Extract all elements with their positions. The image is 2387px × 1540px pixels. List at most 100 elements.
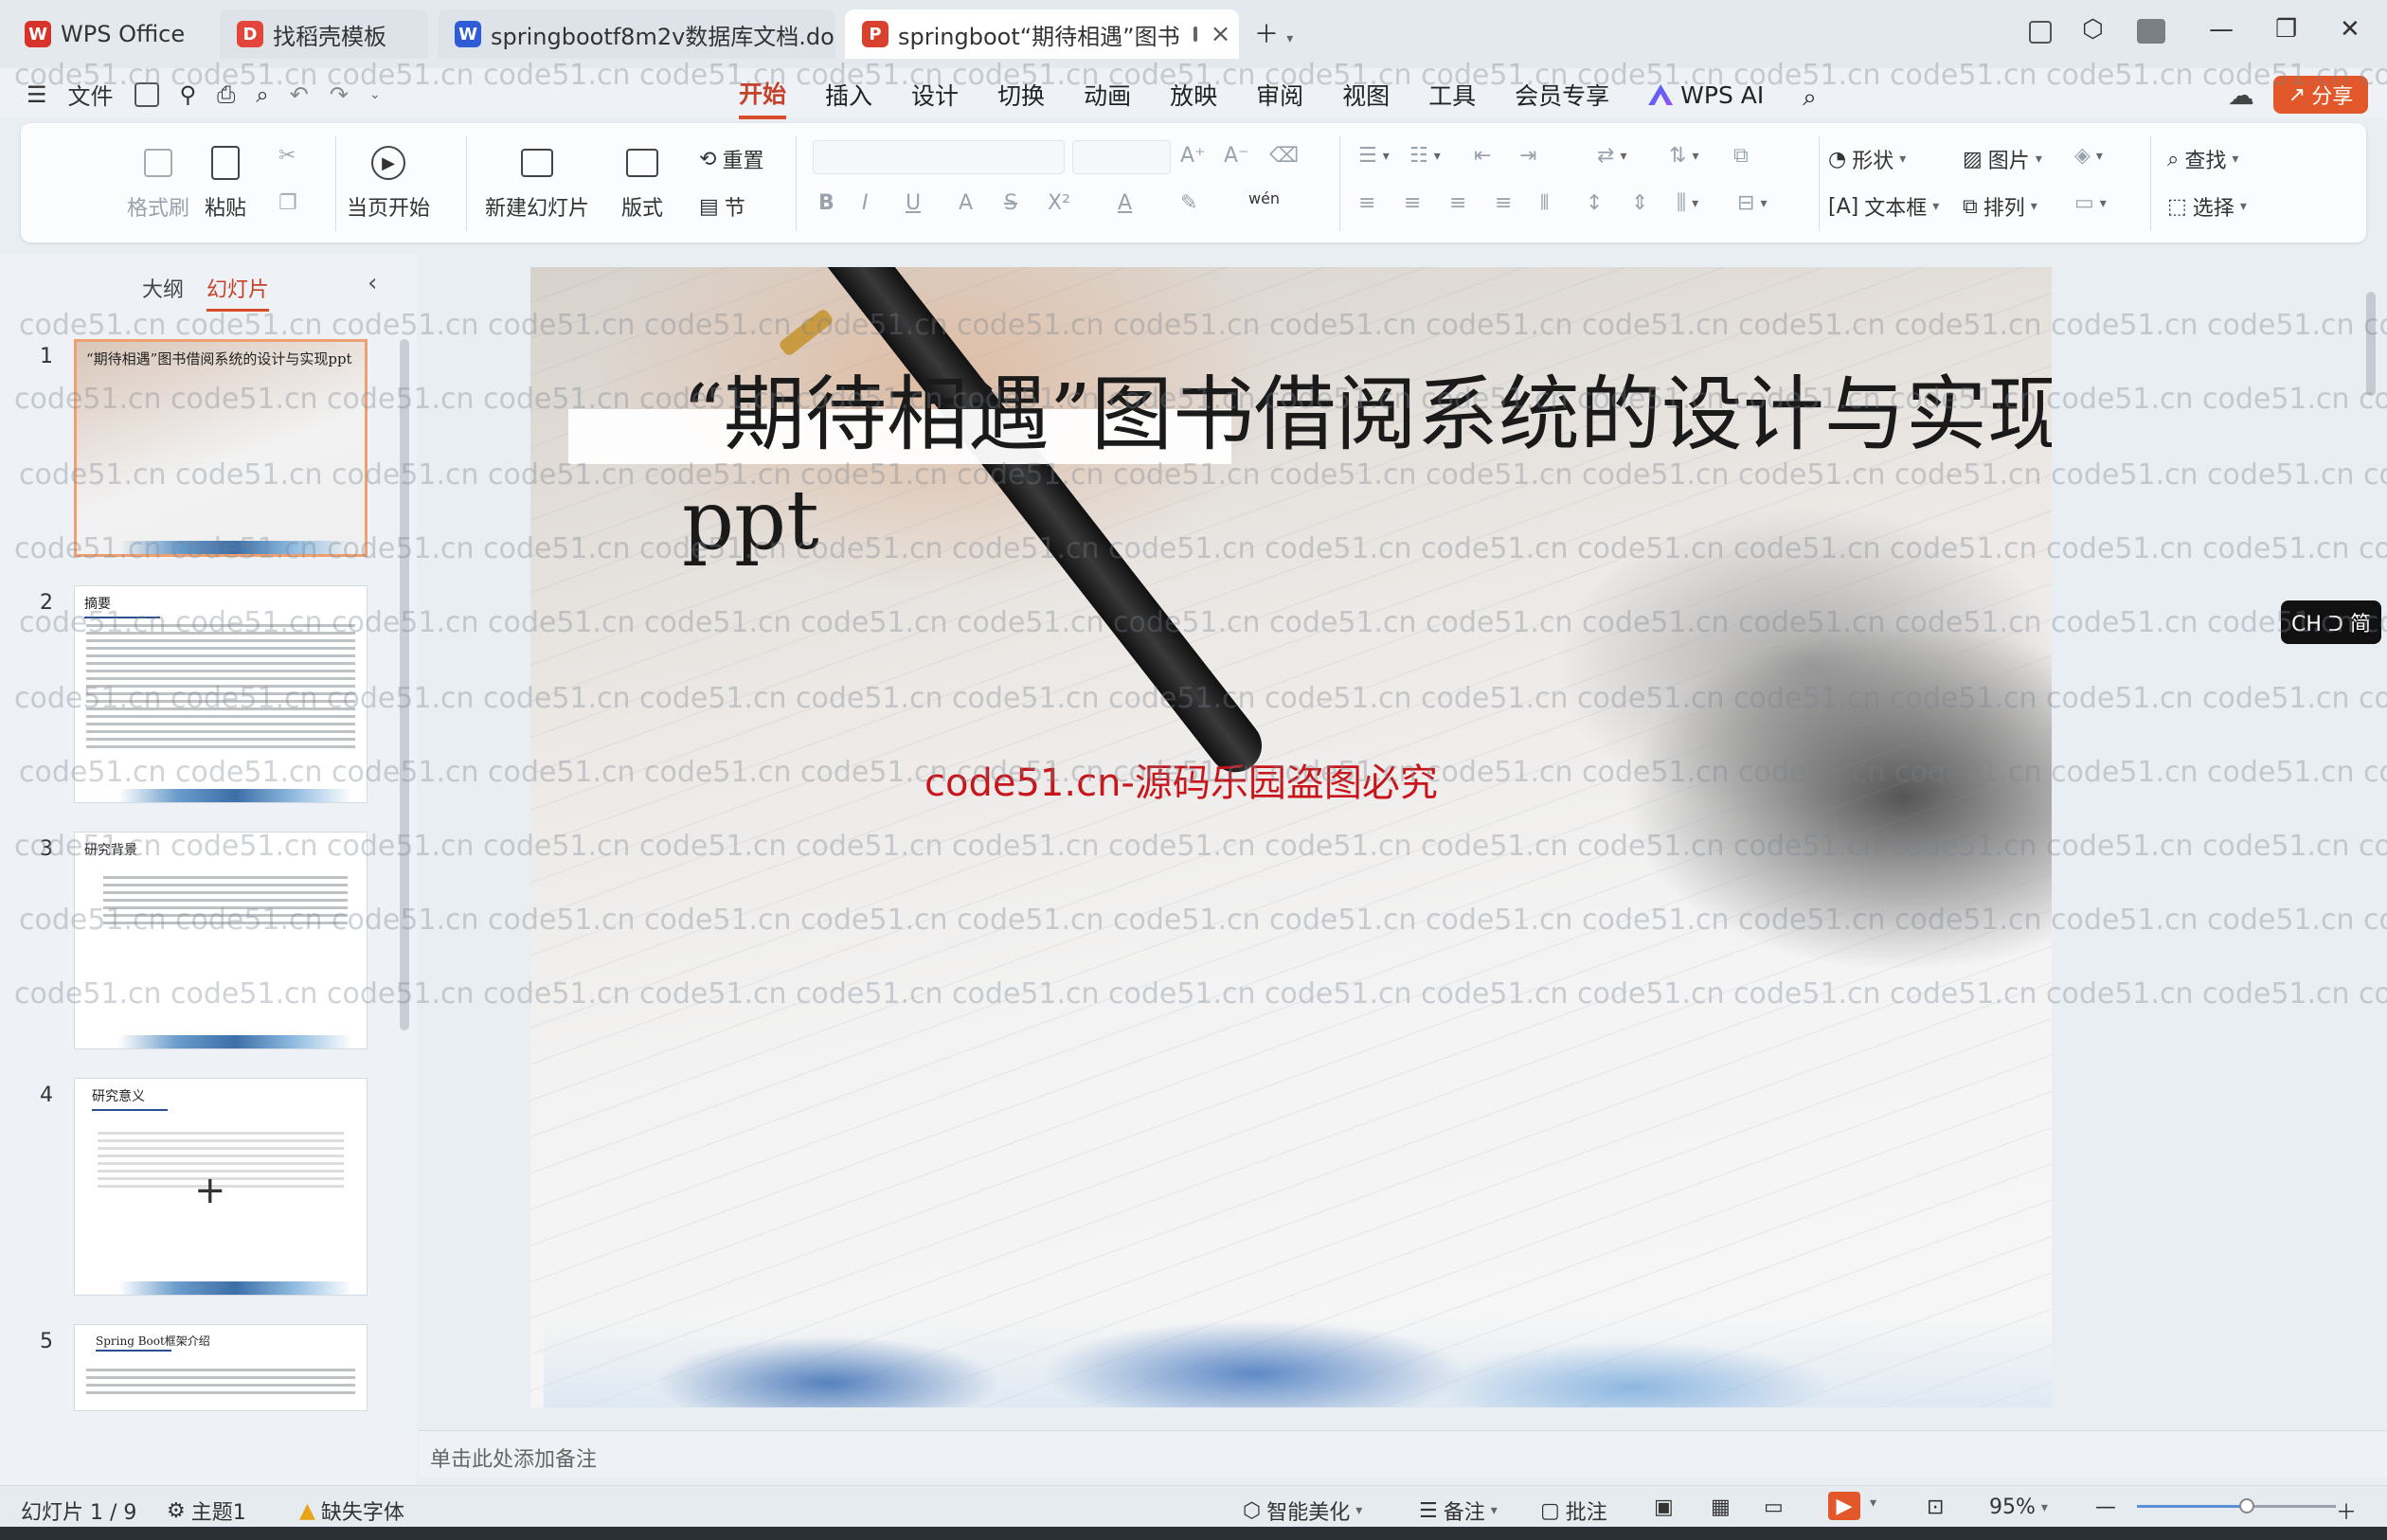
print-preview-icon[interactable]: ⌕	[256, 81, 268, 108]
add-slide-icon[interactable]: +	[194, 1169, 226, 1212]
font-size-select[interactable]	[1072, 140, 1171, 174]
bullet-list-icon[interactable]: ☰ ▾	[1358, 144, 1390, 168]
zoom-slider[interactable]	[2137, 1498, 2336, 1513]
decrease-indent-icon[interactable]: ⇤	[1474, 144, 1491, 168]
layout-button[interactable]: 版式	[621, 142, 663, 222]
tab-transitions[interactable]: 切换	[997, 78, 1045, 117]
tab-word-document[interactable]: W springbootf8m2v数据库文档.doc	[438, 9, 835, 59]
tab-outline[interactable]: 大纲	[142, 273, 184, 312]
normal-view-icon[interactable]: ▣	[1654, 1495, 1674, 1519]
tab-slideshow[interactable]: 放映	[1170, 78, 1217, 117]
ime-indicator[interactable]: CH ᑐ 简	[2281, 600, 2381, 644]
notes-pane[interactable]: 单击此处添加备注	[419, 1430, 2387, 1477]
justify-icon[interactable]: ≡	[1495, 191, 1512, 215]
print-icon[interactable]: ⎙	[217, 81, 235, 108]
missing-font-indicator[interactable]: ▲ 缺失字体	[299, 1495, 404, 1526]
numbered-list-icon[interactable]: ☷ ▾	[1409, 144, 1441, 168]
share-button[interactable]: ↗ 分享	[2273, 76, 2368, 114]
section-button[interactable]: ▤ 节	[699, 191, 745, 222]
avatar[interactable]	[2137, 19, 2165, 44]
font-family-select[interactable]	[813, 140, 1065, 174]
hamburger-icon[interactable]: ☰	[27, 81, 47, 108]
sort-icon[interactable]: ⇅ ▾	[1669, 144, 1698, 168]
panel-scrollbar[interactable]	[400, 339, 409, 1030]
cut-icon[interactable]: ✂	[278, 144, 296, 168]
zoom-slider-knob[interactable]	[2238, 1498, 2254, 1513]
minimize-icon[interactable]: —	[2209, 15, 2234, 44]
fill-icon[interactable]: ◈ ▾	[2074, 144, 2103, 168]
cloud-upload-icon[interactable]: ☁	[2228, 80, 2254, 111]
zoom-out-icon[interactable]: —	[2095, 1495, 2116, 1519]
find-button[interactable]: ⌕ 查找 ▾	[2167, 144, 2238, 174]
canvas-scrollbar-thumb[interactable]	[2366, 292, 2376, 396]
textbox-button[interactable]: [A] 文本框 ▾	[1828, 191, 1939, 222]
tab-slides[interactable]: 幻灯片	[206, 273, 270, 312]
canvas-scrollbar[interactable]	[2364, 254, 2378, 1428]
strikethrough-button[interactable]: S	[1004, 191, 1017, 215]
tab-presentation[interactable]: P springboot“期待相遇”图书 ×	[845, 9, 1239, 59]
undo-icon[interactable]: ↶	[290, 81, 309, 108]
slide-thumbnail-5[interactable]: Spring Boot框架介绍	[74, 1324, 368, 1411]
monitor-icon[interactable]	[1193, 27, 1197, 42]
fit-window-icon[interactable]: ⊡	[1927, 1495, 1944, 1519]
tab-docer-templates[interactable]: D 找稻壳模板	[220, 9, 428, 59]
align-center-icon[interactable]: ≡	[1404, 191, 1421, 215]
close-tab-icon[interactable]: ×	[1211, 20, 1231, 48]
tab-animations[interactable]: 动画	[1084, 78, 1131, 117]
slide-thumbnail-2[interactable]: 摘要	[74, 585, 368, 803]
convert-smartart-icon[interactable]: ⧉	[1733, 144, 1749, 168]
play-from-current-button[interactable]: ▶ 当页开始	[347, 142, 430, 222]
zoom-select[interactable]: 95% ▾	[1989, 1495, 2048, 1519]
paste-button[interactable]: 粘贴	[205, 142, 246, 222]
format-painter-button[interactable]: 格式刷	[127, 142, 189, 222]
comments-button[interactable]: ▢ 批注	[1540, 1495, 1607, 1526]
reading-view-icon[interactable]: ▭	[1764, 1495, 1784, 1519]
paragraph-spacing-icon[interactable]: ⇕	[1631, 191, 1648, 215]
tab-member[interactable]: 会员专享	[1515, 78, 1609, 117]
tab-design[interactable]: 设计	[911, 78, 959, 117]
text-direction-icon[interactable]: ⇄ ▾	[1597, 144, 1626, 168]
cube-icon[interactable]: ⬡	[2082, 15, 2104, 44]
reset-button[interactable]: ⟲ 重置	[699, 144, 763, 174]
align-right-icon[interactable]: ≡	[1449, 191, 1466, 215]
maximize-icon[interactable]: ❐	[2275, 15, 2297, 44]
distribute-icon[interactable]: ⫴	[1540, 191, 1549, 215]
arrange-button[interactable]: ⧉ 排列 ▾	[1963, 191, 2037, 222]
link-icon[interactable]: ⚲	[180, 81, 197, 108]
copy-icon[interactable]: ❐	[278, 191, 297, 215]
tab-insert[interactable]: 插入	[825, 78, 872, 117]
search-icon[interactable]: ⌕	[1803, 83, 1817, 113]
play-slideshow-icon[interactable]: ▶	[1828, 1492, 1860, 1520]
slide-sorter-icon[interactable]: ▦	[1711, 1495, 1731, 1519]
new-tab-icon[interactable]: ＋ ▾	[1254, 15, 1293, 50]
superscript-button[interactable]: X²	[1048, 191, 1070, 215]
smart-beautify-button[interactable]: ⬡ 智能美化 ▾	[1243, 1495, 1362, 1526]
picture-button[interactable]: ▨ 图片 ▾	[1963, 144, 2042, 174]
slide-thumbnail-3[interactable]: 研究背景	[74, 832, 368, 1049]
tab-tools[interactable]: 工具	[1428, 78, 1476, 117]
zoom-in-icon[interactable]: ＋	[2336, 1495, 2357, 1526]
window-layout-icon[interactable]	[2029, 21, 2052, 44]
slide-title[interactable]: “期待相遇”图书借阅系统的设计与实现ppt	[682, 362, 2052, 574]
columns-icon[interactable]: ⫼ ▾	[1677, 191, 1698, 215]
italic-button[interactable]: I	[862, 191, 869, 215]
select-button[interactable]: ⬚ 选择 ▾	[2167, 191, 2247, 222]
redo-icon[interactable]: ↷	[330, 81, 349, 108]
outline-icon[interactable]: ▭ ▾	[2074, 191, 2107, 215]
vertical-align-icon[interactable]: ⊟ ▾	[1737, 191, 1767, 215]
line-spacing-icon[interactable]: ↕	[1586, 191, 1603, 215]
tab-view[interactable]: 视图	[1342, 78, 1390, 117]
shape-button[interactable]: ◔ 形状 ▾	[1828, 144, 1906, 174]
font-color-button[interactable]: A	[1118, 191, 1132, 215]
save-icon[interactable]	[134, 81, 159, 107]
bold-button[interactable]: B	[818, 191, 835, 215]
align-left-icon[interactable]: ≡	[1358, 191, 1375, 215]
file-menu[interactable]: 文件	[68, 78, 114, 111]
tab-review[interactable]: 审阅	[1256, 78, 1303, 117]
slide-thumbnail-1[interactable]: “期待相遇”图书借阅系统的设计与实现ppt	[74, 339, 368, 557]
collapse-panel-icon[interactable]: ‹	[368, 269, 377, 297]
underline-button[interactable]: U	[906, 191, 921, 215]
shadow-icon[interactable]: A	[959, 191, 973, 215]
font-grow-icon[interactable]: A⁺	[1180, 144, 1206, 168]
tab-wps-office[interactable]: W WPS Office	[8, 9, 212, 59]
